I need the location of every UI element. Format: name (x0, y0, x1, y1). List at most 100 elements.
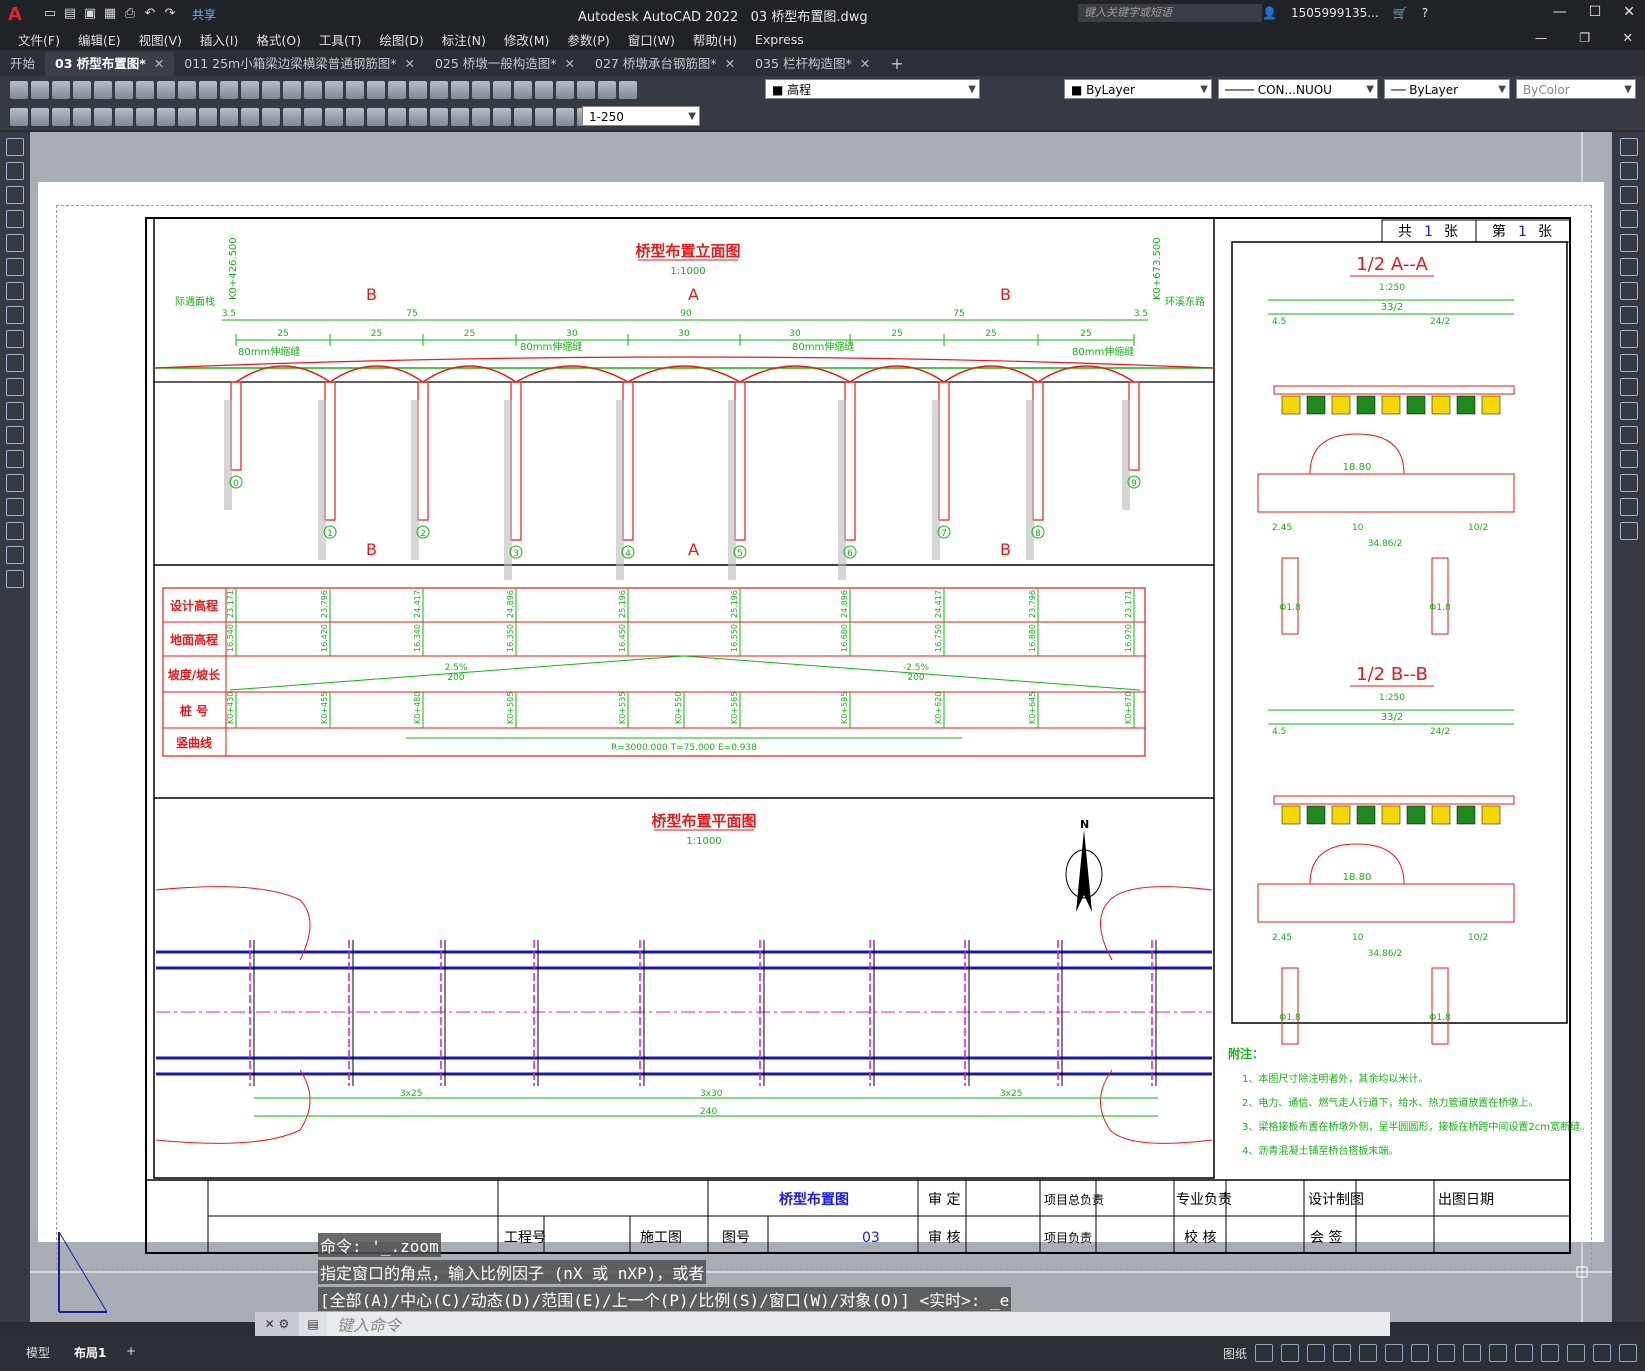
design-elev-5: 25.196 (730, 590, 739, 618)
design-elev-9: 23.171 (1124, 590, 1133, 618)
pier-label-6: 6 (847, 549, 853, 559)
lineweight-icon[interactable] (1385, 1344, 1403, 1362)
svg-text:附注：: 附注： (1228, 1046, 1264, 1061)
pile-dia: Φ1.8 (1429, 1013, 1451, 1023)
svg-text:1: 1 (1424, 224, 1433, 240)
polar-icon[interactable] (1333, 1344, 1351, 1362)
drawing-name: 桥型布置图 (779, 1191, 849, 1208)
svg-text:1、本图尺寸除注明者外，其余均以米计。: 1、本图尺寸除注明者外，其余均以米计。 (1242, 1072, 1428, 1085)
ground-elev-1: 16.420 (320, 624, 329, 652)
svg-text:会 签: 会 签 (1310, 1229, 1342, 1246)
command-close-icon[interactable]: ✕ ⚙ (255, 1312, 299, 1336)
isolate-icon[interactable] (1541, 1344, 1559, 1362)
layout-tab[interactable]: 布局1 (74, 1344, 106, 1361)
svg-text:项目负责: 项目负责 (1044, 1231, 1092, 1245)
profile-row-label-4: 竖曲线 (176, 735, 212, 750)
snap-icon[interactable] (1281, 1344, 1299, 1362)
design-elev-2: 24.417 (413, 590, 422, 618)
svg-text:2、电力、通信、燃气走人行道下，给水、热力管道放置在桥墩上。: 2、电力、通信、燃气走人行道下，给水、热力管道放置在桥墩上。 (1242, 1096, 1538, 1109)
design-elev-3: 24.896 (506, 590, 515, 618)
pier-5 (734, 381, 746, 541)
osnap-icon[interactable] (1359, 1344, 1377, 1362)
svg-text:4、沥青混凝土铺至桥台搭板末端。: 4、沥青混凝土铺至桥台搭板末端。 (1242, 1144, 1398, 1157)
profile-row-label-3: 桩 号 (180, 703, 208, 718)
station-3: K0+505 (506, 692, 515, 724)
top-dim-label-1: 75 (406, 309, 417, 319)
transparency-icon[interactable] (1411, 1344, 1429, 1362)
span-dim-label-4: 30 (678, 329, 690, 339)
left-station: K0+426.500 (228, 237, 239, 300)
clean-screen-icon[interactable] (1593, 1344, 1611, 1362)
pile-dia: Φ1.8 (1429, 603, 1451, 613)
design-elev-7: 24.417 (934, 590, 943, 618)
ground-elev-0: 16.540 (226, 624, 235, 652)
north-arrow-icon: N (1065, 818, 1103, 912)
command-input[interactable]: 键入命令 (337, 1312, 401, 1336)
drawing-canvas[interactable]: 桥型布置立面图 1:1000 际遇面栈 环溪东路 K0+426.500 K0+6… (0, 0, 1645, 1371)
svg-text:工程号: 工程号 (504, 1230, 546, 1246)
section-width: 33/2 (1381, 712, 1403, 723)
ground-elev-4: 16.450 (618, 624, 627, 652)
section-bottom: 34.86/2 (1368, 539, 1403, 549)
command-history-3: [全部(A)/中心(C)/动态(D)/范围(E)/上一个(P)/比例(S)/窗口… (318, 1287, 1012, 1311)
selection-cycling-icon[interactable] (1437, 1344, 1455, 1362)
design-elev-0: 23.171 (226, 590, 235, 618)
plan-total-dim: 240 (700, 1107, 717, 1117)
svg-text:第: 第 (1492, 223, 1506, 240)
plan-view: 3x25 3x30 3x25 240 (155, 886, 1213, 1144)
svg-text:B: B (1000, 540, 1011, 559)
section-title: 1/2 A--A (1356, 254, 1428, 275)
span-dimension-chain: 25 25 25 30 30 30 25 25 25 (235, 329, 1135, 346)
section-height: 18.80 (1343, 872, 1372, 883)
left-road-note: 际遇面栈 (175, 295, 215, 308)
svg-text:出图日期: 出图日期 (1438, 1192, 1494, 1208)
annotation-scale-icon[interactable] (1463, 1344, 1481, 1362)
top-dim-label-2: 90 (680, 309, 692, 319)
joint-label-left: 80mm伸缩缝 (238, 345, 300, 358)
command-prompt-icon[interactable]: ▤ (299, 1312, 327, 1336)
plan-dim-1: 3x25 (400, 1089, 423, 1099)
add-layout-icon[interactable]: + (126, 1344, 136, 1358)
pier-4 (622, 381, 634, 541)
top-dim-label-0: 3.5 (222, 309, 236, 319)
ucs-icon (58, 1231, 108, 1313)
pier-7 (938, 381, 950, 521)
profile-table-rows: 设计高程地面高程坡度/坡长桩 号竖曲线 23.171 23.796 24.417 24.… (163, 588, 1145, 756)
ground-elev-7: 16.750 (934, 624, 943, 652)
customize-menu-icon[interactable] (1619, 1344, 1637, 1362)
elevation-scale: 1:1000 (670, 266, 705, 277)
bridge-arches (153, 356, 1215, 383)
plan-dim-3: 3x25 (1000, 1089, 1023, 1099)
paper-space-button[interactable]: 图纸 (1223, 1345, 1247, 1361)
section-left: 2.45 (1272, 933, 1292, 943)
grid-icon[interactable] (1255, 1344, 1273, 1362)
svg-text:共: 共 (1398, 224, 1412, 240)
svg-text:校 核: 校 核 (1184, 1229, 1216, 1246)
section-bottom: 34.86/2 (1368, 949, 1403, 959)
span-dim-label-5: 30 (789, 329, 801, 339)
section-mid: 10 (1352, 523, 1364, 533)
ground-elev-9: 16.970 (1124, 624, 1133, 652)
elevation-title: 桥型布置立面图 (635, 242, 740, 260)
profile-row-label-2: 坡度/坡长 (168, 667, 221, 682)
station-5: K0+550 (674, 692, 683, 724)
section-half: 24/2 (1430, 727, 1450, 737)
section-marks: B A B B A B (366, 285, 1011, 559)
svg-text:审 定: 审 定 (928, 1192, 960, 1208)
svg-text:B: B (366, 540, 377, 559)
top-dim-label-3: 75 (953, 309, 964, 319)
model-tab[interactable]: 模型 (26, 1344, 50, 1361)
pier-label-1: 1 (327, 529, 333, 539)
workspace-gear-icon[interactable] (1489, 1344, 1507, 1362)
ortho-icon[interactable] (1307, 1344, 1325, 1362)
plus-icon[interactable] (1515, 1344, 1533, 1362)
svg-text:B: B (366, 285, 377, 304)
ground-elev-8: 16.880 (1028, 624, 1037, 652)
pier-label-7: 7 (941, 529, 947, 539)
plan-dim-2: 3x30 (700, 1089, 723, 1099)
joint-label-right: 80mm伸缩缝 (1072, 345, 1134, 358)
hardware-accel-icon[interactable] (1567, 1344, 1585, 1362)
svg-text:审 核: 审 核 (928, 1230, 960, 1246)
station-10: K0+670 (1124, 692, 1133, 724)
command-line: ✕ ⚙ ▤ 键入命令 (255, 1312, 1390, 1336)
